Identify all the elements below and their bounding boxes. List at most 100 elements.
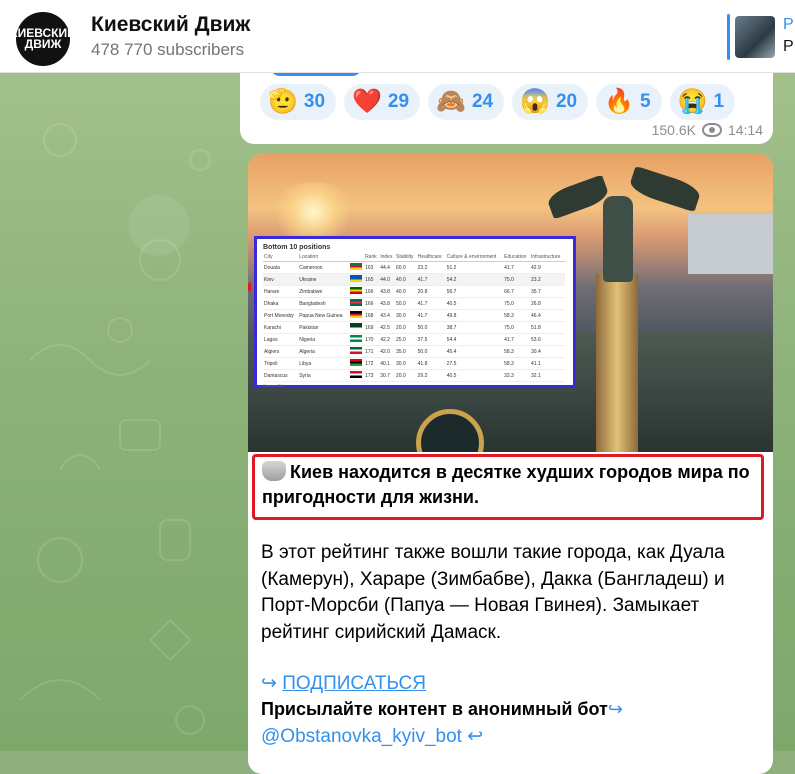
flag-icon [349,311,362,318]
table-row: Algiers Algeria 171 42.0 35.0 50.0 45.4 58.3 30.… [263,345,565,358]
table-cell: 50.0 [395,297,417,310]
table-cell: 45.4 [445,345,504,358]
view-count: 150.6K [651,122,696,138]
country-flag [348,321,365,334]
table-cell: 40.0 [395,285,417,298]
pinned-preview: P [783,38,794,55]
statue [603,196,633,282]
table-cell: 56.7 [445,285,504,298]
flag-icon [349,263,362,270]
table-cell: 54.4 [445,333,504,346]
table-source: Source: EIU [263,383,285,388]
table-cell: 58.3 [503,309,530,322]
subscribe-label[interactable]: ПОДПИСАТЬСЯ [282,673,426,694]
table-cell: Nigeria [298,333,349,346]
table-cell: 44.4 [379,261,396,274]
bot-link[interactable]: @Obstanovka_kyiv_bot ↩ [261,725,483,748]
table-cell: Bangladesh [298,297,349,310]
table-cell: 23.2 [530,273,565,286]
building [688,214,773,274]
table-cell: 170 [364,333,380,346]
table-cell: Papua New Guinea [298,309,349,322]
table-cell: Pakistan [298,321,349,334]
reaction-see-no-evil[interactable]: 🙈 24 [428,84,505,120]
channel-title[interactable]: Киевский Движ [91,13,250,37]
send-content-text: Присылайте контент в анонимный бот↪ [261,699,623,720]
table-row: Dhaka Bangladesh 166 43.8 50.0 41.7 40.5 75.0 26… [263,297,565,310]
table-cell: 23.2 [416,261,446,274]
post-meta: 150.6K 14:14 [652,122,763,138]
country-flag [348,309,365,322]
flag-icon [349,275,362,282]
table-cell: 169 [364,321,380,334]
salute-icon: 🫡 [268,88,298,115]
table-cell: 38.7 [445,321,504,334]
table-cell: Syria [298,369,349,382]
table-cell: 172 [364,357,380,370]
table-cell: Kiev [263,273,299,286]
pinned-title: P [783,16,794,33]
table-header-cell: Rank [364,253,380,262]
reaction-scream[interactable]: 😱 20 [512,84,589,120]
flag-icon [349,347,362,354]
sun-glow [268,182,358,242]
flag-icon [349,299,362,306]
country-flag [348,333,365,346]
monument-column [596,274,638,452]
table-cell: 42.9 [530,261,565,274]
reaction-fire[interactable]: 🔥 5 [596,84,662,120]
table-cell: 75.0 [503,273,530,286]
table-cell: 20.8 [416,285,446,298]
bot-handle[interactable]: @Obstanovka_kyiv_bot [261,726,462,747]
table-header-cell: Index [379,253,396,262]
country-flag [348,261,365,274]
crying-icon: 😭 [677,88,708,115]
table-cell: 29.2 [416,369,446,382]
reaction-heart[interactable]: ❤️ 29 [344,84,421,120]
table-cell: 51.8 [530,321,565,334]
table-cell: 41.7 [416,309,446,322]
post-body: В этот рейтинг также вошли такие города,… [261,542,725,643]
channel-header[interactable]: КИЕВСКИЙ ДВИЖ Киевский Движ 478 770 subs… [0,0,795,73]
flag-icon [349,323,362,330]
table-row: Tripoli Libya 172 40.1 30.0 41.8 27.5 58.3 41.1 [263,357,565,370]
reaction-salute[interactable]: 🫡 30 [260,84,337,120]
table-cell: Douala [263,261,299,274]
table-cell: 49.8 [445,309,504,322]
country-flag [348,357,365,370]
subscribe-link[interactable]: ↪ ПОДПИСАТЬСЯ [261,672,426,695]
table-cell: 163 [364,261,380,274]
table-header-cell: Education [503,253,530,262]
table-cell: 25.0 [395,333,417,346]
table-cell: 173 [364,369,380,382]
table-cell: Algiers [263,345,299,358]
table-cell: 51.2 [445,261,504,274]
table-cell: 42.0 [379,345,396,358]
reaction-cry[interactable]: 😭 1 [669,84,736,120]
country-flag [348,297,365,310]
table-cell: 54.2 [445,273,504,286]
post-bubble: Bottom 10 positions City Location Rank Inde… [248,154,773,774]
table-cell: 35.7 [530,285,565,298]
post-photo[interactable]: Bottom 10 positions City Location Rank Inde… [248,154,773,452]
table-cell: 41.7 [416,273,446,286]
table-cell: 30.4 [530,345,565,358]
heart-icon: ❤️ [352,88,382,115]
table-header-cell: Infrastructure [530,253,565,262]
reaction-count: 5 [640,91,651,112]
reply-arrow-icon: ↩ [467,726,484,747]
table-cell: Dhaka [263,297,299,310]
reaction-count: 29 [387,91,410,112]
table-cell: 53.6 [530,333,565,346]
post-headline: Киев находится в десятке худших городов … [262,460,752,510]
table-cell: 40.5 [445,297,504,310]
table-cell: 35.0 [395,345,417,358]
table-row: Harare Zimbabwe 166 43.8 40.0 20.8 56.7 66.7 35.… [263,285,565,298]
table-title: Bottom 10 positions [263,244,331,251]
channel-avatar[interactable]: КИЕВСКИЙ ДВИЖ [10,12,76,66]
pinned-message[interactable]: P P [727,14,795,62]
table-cell: 43.8 [379,285,396,298]
table-cell: 41.7 [503,261,530,274]
table-header-cell: Location [298,253,349,262]
table-cell: Zimbabwe [298,285,349,298]
